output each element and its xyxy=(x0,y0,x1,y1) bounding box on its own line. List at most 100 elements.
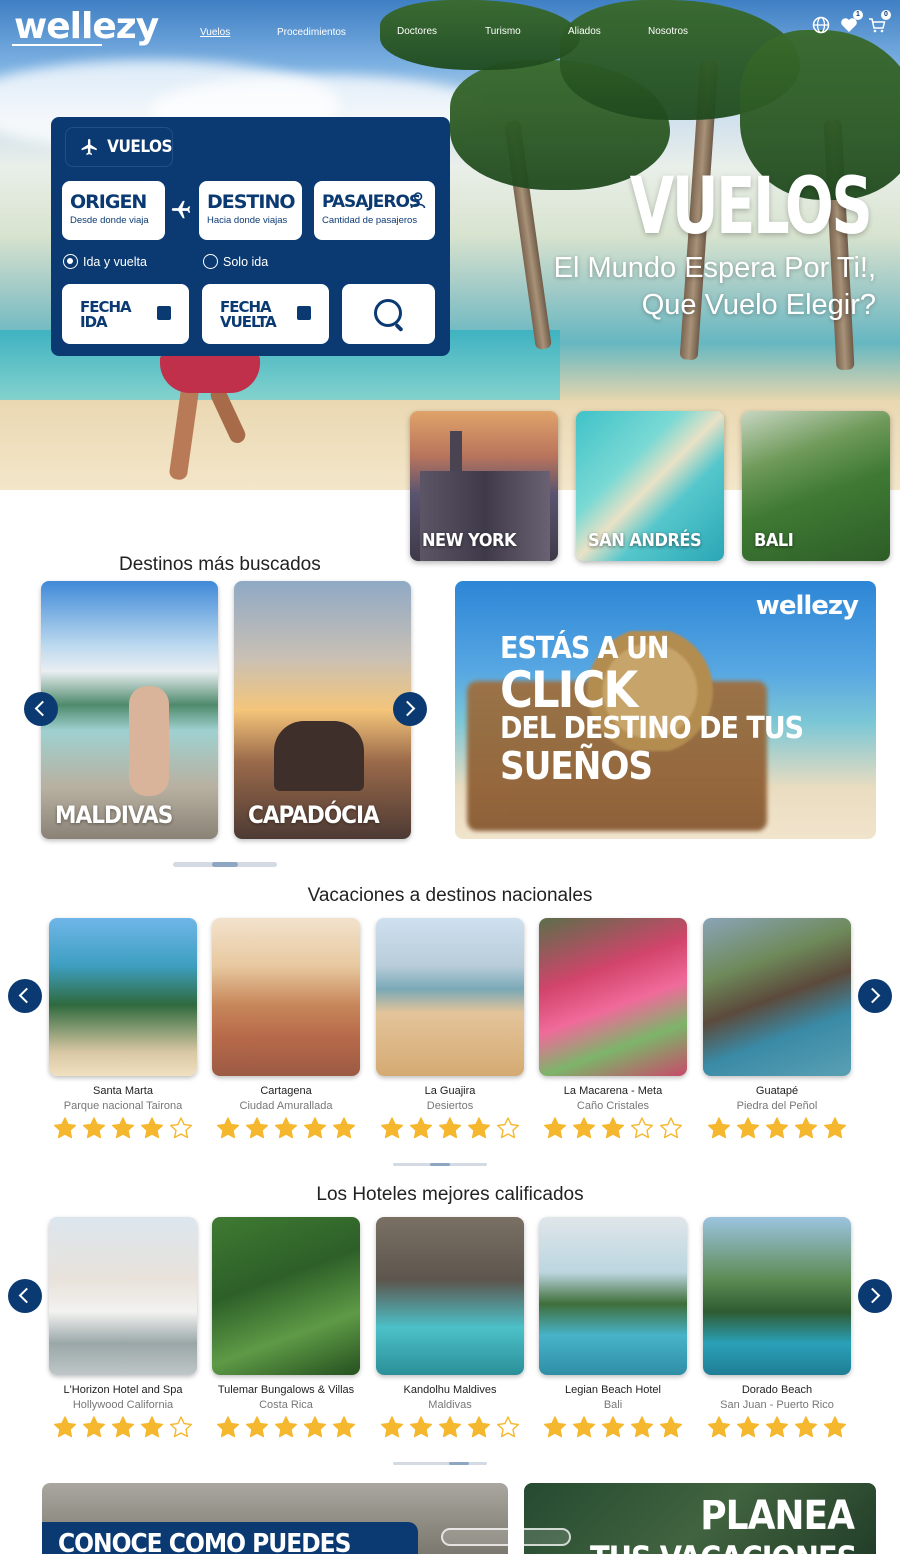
heart-icon[interactable]: 1 xyxy=(840,10,863,34)
nacionales-card[interactable]: La Guajira Desiertos xyxy=(376,918,524,1140)
star-filled-icon xyxy=(54,1117,76,1139)
nacionales-card[interactable]: Guatapé Piedra del Peñol xyxy=(703,918,851,1140)
wellezy-logo[interactable]: wellezy xyxy=(14,6,159,47)
passengers-field[interactable]: PASAJEROS Cantidad de pasajeros xyxy=(314,181,435,240)
banner-right-line1: PLANEA xyxy=(700,1493,855,1539)
star-rating xyxy=(49,1415,197,1439)
search-button[interactable] xyxy=(342,284,435,344)
hoteles-pager[interactable] xyxy=(393,1462,487,1465)
origin-field[interactable]: ORIGEN Desde donde viaja xyxy=(62,181,165,240)
city-card-san-andres[interactable]: SAN ANDRÉS xyxy=(576,411,724,561)
people-figures xyxy=(274,721,364,791)
destination-card-capadocia[interactable]: CAPADÓCIA xyxy=(234,581,411,839)
destination-field[interactable]: DESTINO Hacia donde viajas xyxy=(199,181,302,240)
hoteles-card[interactable]: Legian Beach Hotel Bali xyxy=(539,1217,687,1439)
card-title: Cartagena xyxy=(260,1085,312,1097)
card-title: Legian Beach Hotel xyxy=(564,1384,661,1396)
hoteles-card[interactable]: Kandolhu Maldives Maldivas xyxy=(376,1217,524,1439)
tab-vuelos[interactable]: VUELOS xyxy=(65,127,173,167)
star-filled-icon xyxy=(708,1416,730,1438)
favorites-badge: 1 xyxy=(853,10,863,20)
city-card-bali[interactable]: BALI xyxy=(742,411,890,561)
hoteles-next-button[interactable] xyxy=(858,1279,892,1313)
star-filled-icon xyxy=(766,1117,788,1139)
nav-link-turismo[interactable]: Turismo xyxy=(485,26,521,37)
nacionales-pager[interactable] xyxy=(393,1163,487,1166)
star-filled-icon xyxy=(112,1416,134,1438)
star-rating xyxy=(539,1116,687,1140)
trip-type-roundtrip[interactable]: Ida y vuelta xyxy=(63,254,147,269)
section-heading-hoteles: Los Hoteles mejores calificados xyxy=(316,1184,584,1205)
star-filled-icon xyxy=(824,1416,846,1438)
carousel-prev-button[interactable] xyxy=(24,692,58,726)
card-image xyxy=(703,918,851,1076)
star-filled-icon xyxy=(381,1117,403,1139)
card-title: Santa Marta xyxy=(93,1085,153,1097)
carousel-pager[interactable] xyxy=(173,862,277,867)
star-filled-icon xyxy=(83,1416,105,1438)
card-image xyxy=(212,1217,360,1375)
return-date-label: FECHA VUELTA xyxy=(220,300,277,330)
destination-title: DESTINO xyxy=(207,191,296,213)
destination-card-maldivas[interactable]: MALDIVAS xyxy=(41,581,218,839)
top-navbar: wellezy Vuelos Procedimientos Doctores T… xyxy=(0,0,900,60)
card-image xyxy=(703,1217,851,1375)
card-image xyxy=(539,1217,687,1375)
star-filled-icon xyxy=(737,1117,759,1139)
airplane-icon xyxy=(81,139,97,155)
destination-hint: Hacia donde viajas xyxy=(207,215,288,226)
nacionales-prev-button[interactable] xyxy=(8,979,42,1013)
running-person xyxy=(150,355,260,481)
hoteles-card[interactable]: Dorado Beach San Juan - Puerto Rico xyxy=(703,1217,851,1439)
scroll-indicator[interactable] xyxy=(441,1528,571,1546)
card-image xyxy=(212,918,360,1076)
star-filled-icon xyxy=(83,1117,105,1139)
radio-oneway[interactable] xyxy=(203,254,218,269)
radio-roundtrip-label: Ida y vuelta xyxy=(83,254,147,269)
hoteles-card[interactable]: L'Horizon Hotel and Spa Hollywood Califor… xyxy=(49,1217,197,1439)
flight-search-panel: VUELOS ORIGEN Desde donde viaja DESTINO … xyxy=(51,117,450,356)
star-filled-icon xyxy=(439,1416,461,1438)
star-rating xyxy=(539,1415,687,1439)
star-filled-icon xyxy=(410,1416,432,1438)
promo-banner[interactable]: wellezy ESTÁS A UN CLICK DEL DESTINO DE … xyxy=(455,581,876,839)
star-filled-icon xyxy=(468,1117,490,1139)
star-filled-icon xyxy=(410,1117,432,1139)
city-card-new-york[interactable]: NEW YORK xyxy=(410,411,558,561)
hoteles-prev-button[interactable] xyxy=(8,1279,42,1313)
card-image xyxy=(376,1217,524,1375)
globe-icon[interactable] xyxy=(812,16,830,34)
nav-link-doctores[interactable]: Doctores xyxy=(397,26,437,37)
star-filled-icon xyxy=(660,1416,682,1438)
star-filled-icon xyxy=(631,1416,653,1438)
cart-icon[interactable]: 0 xyxy=(868,10,891,34)
nav-link-aliados[interactable]: Aliados xyxy=(568,26,601,37)
nacionales-card[interactable]: Santa Marta Parque nacional Tairona xyxy=(49,918,197,1140)
nacionales-card[interactable]: La Macarena - Meta Caño Cristales xyxy=(539,918,687,1140)
hoteles-card[interactable]: Tulemar Bungalows & Villas Costa Rica xyxy=(212,1217,360,1439)
return-date-field[interactable]: FECHA VUELTA xyxy=(202,284,329,344)
carousel-next-button[interactable] xyxy=(393,692,427,726)
star-filled-icon xyxy=(304,1416,326,1438)
nacionales-next-button[interactable] xyxy=(858,979,892,1013)
star-empty-icon xyxy=(170,1416,192,1438)
departure-date-field[interactable]: FECHA IDA xyxy=(62,284,189,344)
nacionales-card[interactable]: Cartagena Ciudad Amurallada xyxy=(212,918,360,1140)
radio-roundtrip[interactable] xyxy=(63,254,78,269)
hero-subtitle-line2: Que Vuelo Elegir? xyxy=(641,289,876,321)
star-filled-icon xyxy=(795,1416,817,1438)
info-banner-left[interactable]: CONOCE COMO PUEDES xyxy=(42,1483,508,1554)
nav-link-nosotros[interactable]: Nosotros xyxy=(648,26,688,37)
nav-link-procedimientos[interactable]: Procedimientos xyxy=(277,27,346,38)
airplane-icon xyxy=(170,199,192,227)
promo-logo: wellezy xyxy=(755,591,859,621)
star-empty-icon xyxy=(170,1117,192,1139)
trip-type-oneway[interactable]: Solo ida xyxy=(203,254,268,269)
search-icon-handle xyxy=(394,322,404,333)
star-empty-icon xyxy=(497,1416,519,1438)
info-banner-right[interactable]: PLANEA TUS VACACIONES xyxy=(524,1483,876,1554)
star-rating xyxy=(376,1116,524,1140)
star-filled-icon xyxy=(573,1416,595,1438)
card-title: La Guajira xyxy=(424,1085,476,1097)
nav-link-vuelos[interactable]: Vuelos xyxy=(200,27,230,38)
